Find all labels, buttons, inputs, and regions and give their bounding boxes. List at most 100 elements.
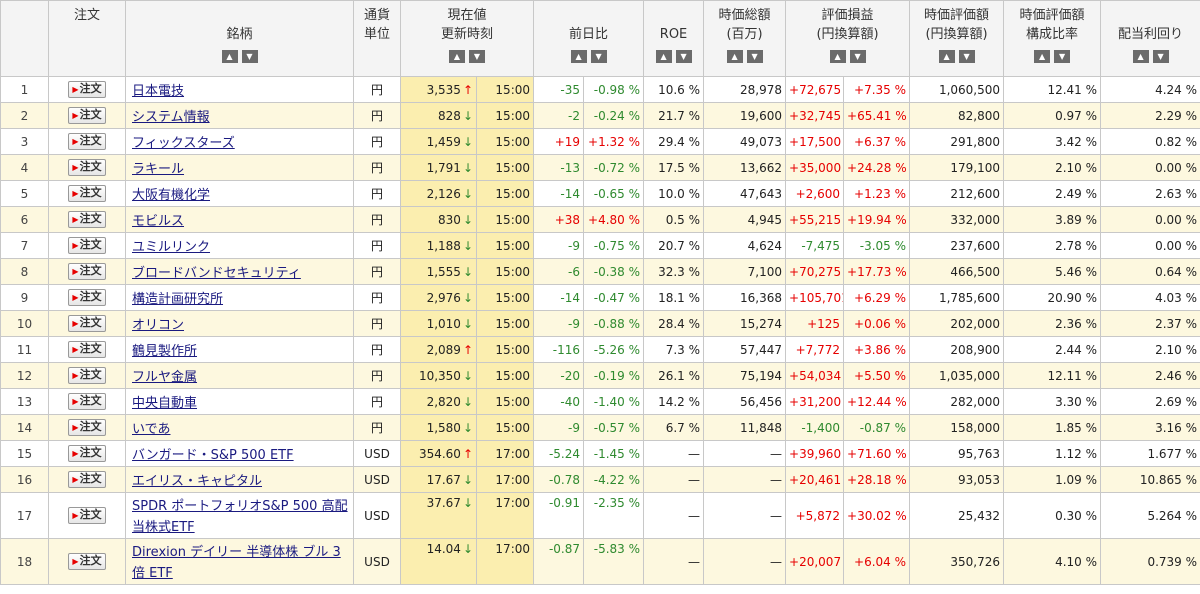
sort-ascending-icon[interactable]: ▲	[1034, 50, 1051, 63]
change-percent: -2.35 %	[583, 492, 645, 539]
sort-descending-icon[interactable]: ▼	[590, 50, 607, 63]
gain-loss-value: +20,461	[785, 466, 845, 493]
stock-name-link[interactable]: ブロードバンドセキュリティ	[132, 266, 301, 281]
order-button[interactable]: ▶注文	[68, 289, 106, 306]
stock-name-cell: ラキール	[125, 154, 354, 181]
stock-name-link[interactable]: バンガード・S&P 500 ETF	[132, 448, 294, 463]
order-button[interactable]: ▶注文	[68, 133, 106, 150]
composition-ratio: 2.44 %	[1003, 336, 1102, 363]
stock-name-link[interactable]: 中央自動車	[132, 396, 197, 411]
stock-name-link[interactable]: フルヤ金属	[132, 370, 197, 385]
update-time: 15:00	[475, 258, 535, 285]
stock-name-link[interactable]: ユミルリンク	[132, 240, 210, 255]
stock-name-link[interactable]: Direxion デイリー 半導体株 ブル 3倍 ETF	[132, 545, 341, 581]
sort-ascending-icon[interactable]: ▲	[829, 50, 846, 63]
market-value: 291,800	[909, 128, 1005, 155]
header-market-cap: 時価総額 (百万) ▲ ▼	[703, 0, 787, 77]
order-cell: ▶注文	[48, 336, 126, 363]
current-price: 10,350	[418, 368, 461, 383]
sort-ascending-icon[interactable]: ▲	[726, 50, 743, 63]
sort-descending-icon[interactable]: ▼	[469, 50, 485, 63]
sort-descending-icon[interactable]: ▼	[1152, 50, 1169, 63]
order-button[interactable]: ▶注文	[68, 159, 106, 176]
stock-name-link[interactable]: SPDR ポートフォリオS&P 500 高配当株式ETF	[132, 499, 348, 535]
triangle-right-icon: ▶	[72, 267, 79, 276]
gain-loss-percent: +7.35 %	[843, 76, 911, 103]
order-button[interactable]: ▶注文	[68, 211, 106, 228]
row-number: 12	[0, 362, 49, 389]
row-number: 11	[0, 336, 49, 363]
gain-loss-percent: +65.41 %	[843, 102, 911, 129]
order-button[interactable]: ▶注文	[68, 393, 106, 410]
order-button[interactable]: ▶注文	[68, 419, 106, 436]
stock-name-link[interactable]: いであ	[132, 422, 170, 437]
dividend-yield: 2.29 %	[1100, 102, 1200, 129]
stock-name-cell: 中央自動車	[125, 388, 354, 415]
order-button-label: 注文	[79, 394, 102, 407]
composition-ratio: 12.41 %	[1003, 76, 1102, 103]
sort-ascending-icon[interactable]: ▲	[221, 50, 238, 63]
order-button[interactable]: ▶注文	[68, 185, 106, 202]
stock-name-link[interactable]: 構造計画研究所	[132, 292, 223, 307]
order-button[interactable]: ▶注文	[68, 553, 106, 570]
market-value: 1,060,500	[909, 76, 1005, 103]
table-row: 15 ▶注文 バンガード・S&P 500 ETF USD 354.60 ↑ 17:00 -5.…	[0, 440, 1200, 467]
sort-ascending-icon[interactable]: ▲	[1132, 50, 1149, 63]
stock-name-link[interactable]: 日本電技	[132, 84, 184, 99]
composition-ratio: 2.10 %	[1003, 154, 1102, 181]
dividend-yield: 5.264 %	[1100, 492, 1200, 539]
order-button[interactable]: ▶注文	[68, 81, 106, 98]
stock-name-link[interactable]: オリコン	[132, 318, 184, 333]
order-button[interactable]: ▶注文	[68, 237, 106, 254]
current-price: 2,089	[426, 342, 461, 357]
gain-loss-percent: +1.23 %	[843, 180, 911, 207]
change-value: -5.24	[533, 440, 585, 467]
change-percent: -5.83 %	[583, 538, 645, 585]
order-button[interactable]: ▶注文	[68, 367, 106, 384]
current-price: 2,976	[426, 290, 461, 305]
order-button[interactable]: ▶注文	[68, 507, 106, 524]
stock-name-link[interactable]: システム情報	[132, 110, 210, 125]
sort-descending-icon[interactable]: ▼	[746, 50, 763, 63]
gain-loss-value: +32,745	[785, 102, 845, 129]
order-button[interactable]: ▶注文	[68, 445, 106, 462]
order-cell: ▶注文	[48, 440, 126, 467]
order-cell: ▶注文	[48, 76, 126, 103]
sort-descending-icon[interactable]: ▼	[1054, 50, 1071, 63]
change-percent: -5.26 %	[583, 336, 645, 363]
order-button[interactable]: ▶注文	[68, 471, 106, 488]
stock-name-cell: ブロードバンドセキュリティ	[125, 258, 354, 285]
table-row: 1 ▶注文 日本電技円 3,535 ↑ 15:00 -35 -0.98 % 10.6 % 28,9…	[0, 76, 1200, 103]
stock-name-link[interactable]: 鶴見製作所	[132, 344, 197, 359]
triangle-right-icon: ▶	[72, 397, 79, 406]
order-button-label: 注文	[79, 554, 102, 567]
dividend-yield: 0.00 %	[1100, 232, 1200, 259]
stock-name-cell: 鶴見製作所	[125, 336, 354, 363]
update-time: 17:00	[475, 538, 535, 585]
arrow-down-icon: ↓	[462, 496, 473, 510]
order-button[interactable]: ▶注文	[68, 263, 106, 280]
gain-loss-value: +7,772	[785, 336, 845, 363]
stock-name-link[interactable]: ラキール	[132, 162, 184, 177]
stock-name-link[interactable]: モビルス	[132, 214, 184, 229]
stock-name-link[interactable]: 大阪有機化学	[132, 188, 210, 203]
sort-ascending-icon[interactable]: ▲	[938, 50, 955, 63]
current-price: 1,580	[426, 420, 461, 435]
header-name: 銘柄 ▲ ▼	[125, 0, 354, 77]
order-button[interactable]: ▶注文	[68, 107, 106, 124]
order-button[interactable]: ▶注文	[68, 341, 106, 358]
current-price-cell: 17.67 ↓	[400, 466, 477, 493]
stock-name-link[interactable]: フィックスターズ	[132, 136, 235, 151]
market-value: 158,000	[909, 414, 1005, 441]
order-button[interactable]: ▶注文	[68, 315, 106, 332]
sort-descending-icon[interactable]: ▼	[241, 50, 258, 63]
current-price-cell: 37.67 ↓	[400, 492, 477, 539]
stock-name-link[interactable]: エイリス・キャピタル	[132, 474, 262, 489]
sort-descending-icon[interactable]: ▼	[675, 50, 692, 63]
gain-loss-percent: +17.73 %	[843, 258, 911, 285]
sort-ascending-icon[interactable]: ▲	[449, 50, 465, 63]
sort-ascending-icon[interactable]: ▲	[655, 50, 672, 63]
sort-descending-icon[interactable]: ▼	[958, 50, 975, 63]
sort-descending-icon[interactable]: ▼	[849, 50, 866, 63]
sort-ascending-icon[interactable]: ▲	[570, 50, 587, 63]
